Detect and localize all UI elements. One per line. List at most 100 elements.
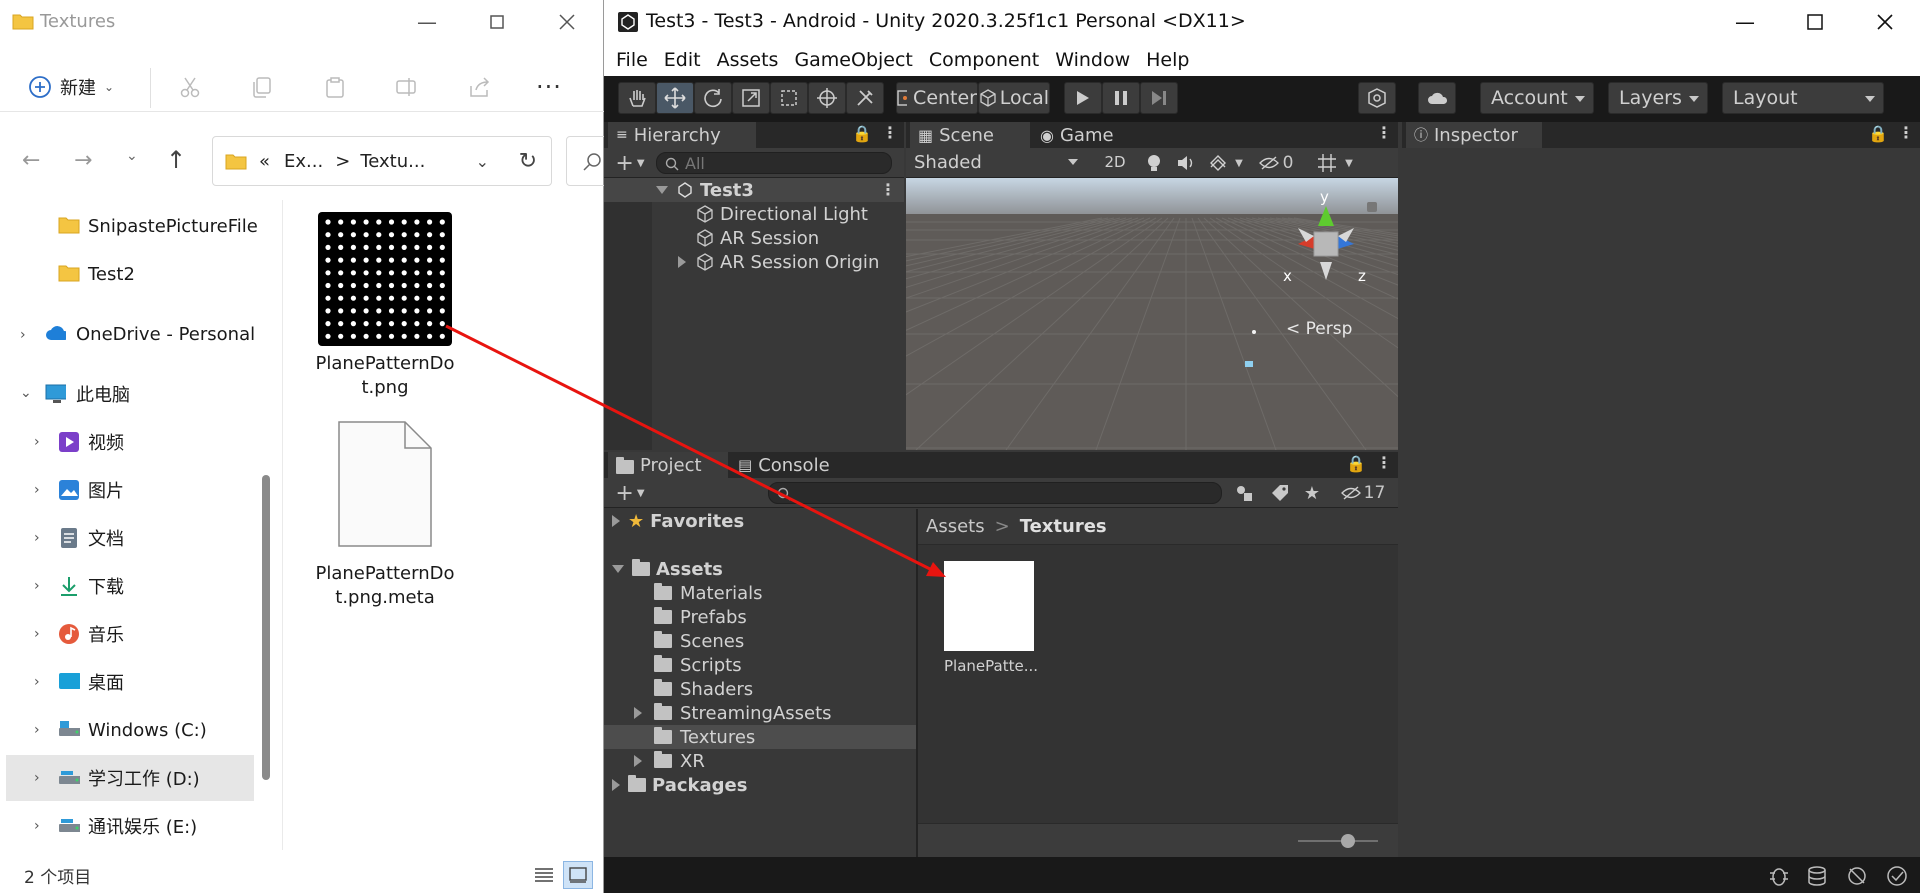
recent-chevron-icon[interactable]: ⌄ <box>126 148 138 164</box>
nav-item-music[interactable]: › 音乐 <box>0 611 256 657</box>
hierarchy-item-ar-session[interactable]: AR Session <box>696 226 819 250</box>
more-options-icon[interactable]: ⋮ <box>1376 123 1392 142</box>
move-tool-button[interactable] <box>656 82 694 114</box>
chevron-right-icon[interactable]: › <box>34 674 48 690</box>
address-segment-1[interactable]: Ex... <box>284 151 323 172</box>
expand-arrow-icon[interactable] <box>678 256 686 268</box>
create-dropdown-button[interactable]: + ▼ <box>610 150 650 176</box>
chevron-right-icon[interactable]: › <box>34 482 48 498</box>
folder-row-xr[interactable]: XR <box>634 749 705 773</box>
cloud-button[interactable] <box>1418 82 1456 114</box>
breadcrumb-assets[interactable]: Assets <box>926 516 985 537</box>
checkmark-circle-icon[interactable] <box>1886 865 1908 887</box>
minimize-button[interactable]: — <box>1710 0 1780 44</box>
tab-console[interactable]: ▤ Console <box>730 452 854 478</box>
folder-row-streamingassets[interactable]: StreamingAssets <box>634 701 832 725</box>
chevron-right-icon[interactable]: › <box>34 818 48 834</box>
more-options-icon[interactable]: ⋮ <box>1376 453 1392 472</box>
up-arrow-icon[interactable]: ↑ <box>166 146 186 174</box>
tab-game[interactable]: ◉ Game <box>1032 122 1142 148</box>
nav-item-snipaste[interactable]: SnipastePictureFile <box>0 203 258 249</box>
collab-button[interactable] <box>1358 82 1396 114</box>
paste-icon[interactable] <box>320 72 350 102</box>
packages-row[interactable]: Packages <box>612 773 747 797</box>
nav-item-documents[interactable]: › 文档 <box>0 515 256 561</box>
share-icon[interactable] <box>464 72 494 102</box>
address-bar[interactable]: « Ex... > Textu... ⌄ ↻ <box>212 136 552 186</box>
rotate-tool-button[interactable] <box>694 82 732 114</box>
lighting-toggle[interactable] <box>1140 150 1168 176</box>
favorites-star-icon[interactable]: ★ <box>1298 480 1326 506</box>
forward-arrow-icon[interactable]: → <box>74 148 92 173</box>
grid-snap-dropdown[interactable]: ▼ <box>1310 150 1360 176</box>
icon-size-slider-track[interactable] <box>1298 840 1378 842</box>
lock-icon[interactable]: 🔒 <box>1868 124 1888 143</box>
scene-row-test3[interactable]: Test3 <box>656 178 754 202</box>
scene-viewport[interactable]: y x z < Persp <box>906 178 1398 450</box>
address-segment-2[interactable]: Textu... <box>360 151 425 172</box>
projection-label[interactable]: < Persp <box>1286 319 1352 339</box>
maximize-button[interactable] <box>1780 0 1850 44</box>
transform-tool-button[interactable] <box>808 82 846 114</box>
large-icons-view-button[interactable] <box>563 861 593 889</box>
icon-size-slider-thumb[interactable] <box>1341 834 1355 848</box>
audio-toggle[interactable] <box>1172 150 1200 176</box>
nav-item-drive-e[interactable]: › 通讯娱乐 (E:) <box>0 803 256 849</box>
close-button[interactable] <box>1850 0 1920 44</box>
menu-window[interactable]: Window <box>1055 49 1130 71</box>
folder-row-prefabs[interactable]: Prefabs <box>654 605 747 629</box>
expand-arrow-icon[interactable] <box>612 515 620 527</box>
nav-item-drive-d[interactable]: › 学习工作 (D:) <box>6 755 254 801</box>
hidden-objects-toggle[interactable]: 0 <box>1252 150 1300 176</box>
bug-icon[interactable] <box>1768 865 1790 887</box>
database-icon[interactable] <box>1806 865 1828 887</box>
tab-hierarchy[interactable]: ≡ Hierarchy <box>608 122 756 148</box>
assets-root-row[interactable]: Assets <box>612 557 723 581</box>
hidden-packages-toggle[interactable]: 17 <box>1338 480 1388 506</box>
expand-arrow-icon[interactable] <box>612 779 620 791</box>
copy-icon[interactable] <box>247 72 277 102</box>
pivot-local-toggle[interactable]: Local <box>978 82 1050 114</box>
pause-button[interactable] <box>1102 82 1140 114</box>
texture-asset-label[interactable]: PlanePatte... <box>944 657 1038 675</box>
shading-mode-dropdown[interactable]: Shaded <box>908 149 1088 175</box>
tab-inspector[interactable]: ⓘ Inspector <box>1406 122 1542 148</box>
nav-item-downloads[interactable]: › 下载 <box>0 563 256 609</box>
menu-assets[interactable]: Assets <box>717 49 779 71</box>
back-arrow-icon[interactable]: ← <box>22 148 40 173</box>
menu-file[interactable]: File <box>616 49 648 71</box>
chevron-right-icon[interactable]: › <box>34 722 48 738</box>
hand-tool-button[interactable] <box>618 82 656 114</box>
file-item-png[interactable]: PlanePatternDo t.png <box>310 212 460 400</box>
lock-icon[interactable]: 🔒 <box>1346 454 1366 473</box>
tab-project[interactable]: Project <box>608 452 728 478</box>
nav-item-pictures[interactable]: › 图片 <box>0 467 256 513</box>
chevron-right-icon[interactable]: › <box>20 327 34 343</box>
hierarchy-item-directional-light[interactable]: Directional Light <box>696 202 868 226</box>
menu-gameobject[interactable]: GameObject <box>794 49 912 71</box>
more-options-icon[interactable]: ··· <box>534 72 564 102</box>
menu-help[interactable]: Help <box>1146 49 1189 71</box>
more-options-icon[interactable]: ⋮ <box>882 123 898 142</box>
step-button[interactable] <box>1140 82 1178 114</box>
refresh-icon[interactable]: ↻ <box>519 149 537 174</box>
nav-item-drive-c[interactable]: › Windows (C:) <box>0 707 256 753</box>
search-by-type-button[interactable] <box>1230 480 1258 506</box>
breadcrumb-textures[interactable]: Textures <box>1020 516 1107 537</box>
nav-item-videos[interactable]: › 视频 <box>0 419 256 465</box>
scene-options-icon[interactable]: ⋮ <box>880 180 896 199</box>
project-search[interactable] <box>768 482 1222 504</box>
folder-row-shaders[interactable]: Shaders <box>654 677 753 701</box>
more-options-icon[interactable]: ⋮ <box>1898 123 1914 142</box>
toggle-2d-button[interactable]: 2D <box>1096 150 1134 174</box>
gizmo-lock-icon[interactable] <box>1367 202 1377 212</box>
chevron-right-icon[interactable]: › <box>34 434 48 450</box>
create-dropdown-button[interactable]: + ▼ <box>610 480 650 506</box>
hierarchy-search[interactable]: All <box>656 152 892 174</box>
nav-item-desktop[interactable]: › 桌面 <box>0 659 256 705</box>
chevron-right-icon[interactable]: › <box>34 770 48 786</box>
menu-component[interactable]: Component <box>929 49 1039 71</box>
expand-arrow-icon[interactable] <box>634 755 642 767</box>
rename-icon[interactable] <box>392 72 422 102</box>
nav-scrollbar[interactable] <box>262 475 270 780</box>
